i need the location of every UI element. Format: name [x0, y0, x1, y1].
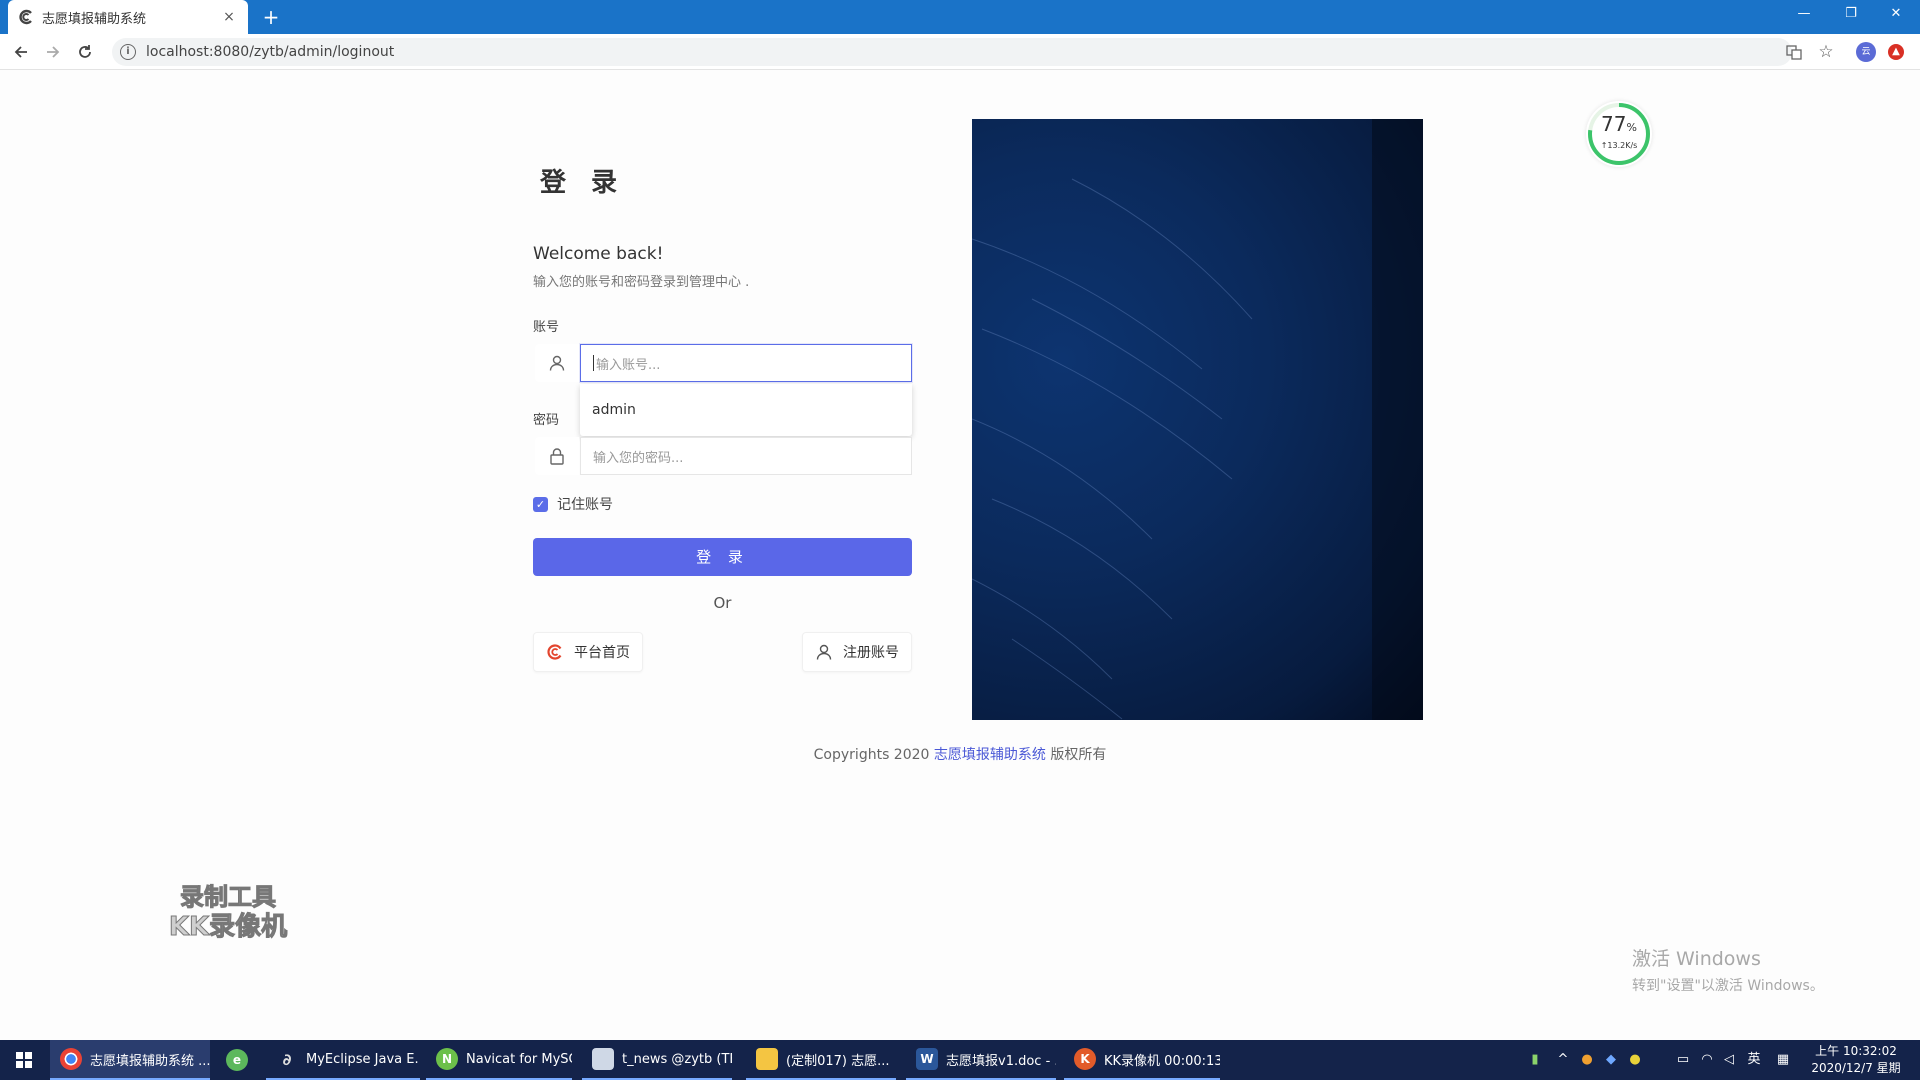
- account-label: 账号: [533, 320, 560, 335]
- site-favicon-icon: [18, 9, 34, 25]
- platform-logo-icon: [546, 643, 564, 661]
- tray-expand-icon[interactable]: ^: [1554, 1050, 1572, 1070]
- tray-shield-icon[interactable]: ◆: [1602, 1050, 1620, 1070]
- welcome-heading: Welcome back!: [533, 244, 664, 264]
- extension-icon[interactable]: 云: [1856, 42, 1876, 62]
- login-subtitle: 输入您的账号和密码登录到管理中心 .: [533, 275, 750, 290]
- table-icon: [592, 1048, 614, 1070]
- folder-icon: [756, 1048, 778, 1070]
- navicat-icon: N: [436, 1048, 458, 1070]
- browser-titlebar: 志愿填报辅助系统 × + — ❐ ✕: [0, 0, 1920, 34]
- extension-red-icon[interactable]: ▲: [1888, 44, 1904, 60]
- minimize-button[interactable]: —: [1782, 0, 1826, 30]
- platform-home-link[interactable]: 平台首页: [533, 632, 643, 672]
- password-label: 密码: [533, 413, 560, 428]
- user-add-icon: [815, 643, 833, 661]
- remember-account-checkbox[interactable]: ✓ 记住账号: [533, 494, 613, 514]
- kk-recorder-icon: K: [1074, 1048, 1096, 1070]
- chrome-icon: [60, 1048, 82, 1070]
- taskbar-item-word[interactable]: W 志愿填报v1.doc - ...: [906, 1040, 1056, 1080]
- restore-button[interactable]: ❐: [1829, 0, 1873, 30]
- password-input[interactable]: 输入您的密码...: [580, 437, 912, 475]
- taskbar-clock[interactable]: 上午 10:32:02 2020/12/7 星期一: [1806, 1043, 1906, 1080]
- wifi-icon[interactable]: ◠: [1698, 1050, 1716, 1070]
- login-button[interactable]: 登 录: [533, 538, 912, 576]
- page-title: 登 录: [540, 168, 626, 198]
- browser-toolbar: i localhost:8080/zytb/admin/loginout ☆ 云…: [0, 34, 1920, 70]
- word-icon: W: [916, 1048, 938, 1070]
- copyright-footer: Copyrights 2020 志愿填报辅助系统 版权所有: [0, 744, 1920, 764]
- platform-home-label: 平台首页: [574, 645, 630, 661]
- taskbar-item-chrome[interactable]: 志愿填报辅助系统 ...: [50, 1040, 210, 1080]
- taskbar-item-myeclipse[interactable]: ∂ MyEclipse Java E...: [266, 1040, 420, 1080]
- account-input[interactable]: 输入账号...: [580, 344, 912, 382]
- bookmark-star-icon[interactable]: ☆: [1816, 42, 1836, 62]
- close-window-button[interactable]: ✕: [1874, 0, 1918, 30]
- windows-start-icon[interactable]: [0, 1040, 48, 1080]
- copyright-suffix: 版权所有: [1050, 747, 1107, 763]
- hero-star-trail-image: [972, 119, 1423, 720]
- account-placeholder: 输入账号...: [596, 357, 661, 373]
- speed-percent: 77%: [1601, 112, 1637, 136]
- taskbar-item-folder[interactable]: (定制017) 志愿...: [746, 1040, 896, 1080]
- password-placeholder: 输入您的密码...: [593, 450, 684, 466]
- keyboard-icon[interactable]: ▦: [1774, 1050, 1792, 1070]
- tab-title: 志愿填报辅助系统: [42, 11, 147, 27]
- windows-taskbar: 志愿填报辅助系统 ... e ∂ MyEclipse Java E... N N…: [0, 1040, 1920, 1080]
- taskbar-item-app[interactable]: e: [216, 1040, 260, 1080]
- translate-icon[interactable]: [1784, 42, 1804, 62]
- register-label: 注册账号: [843, 645, 899, 661]
- tab-close-icon[interactable]: ×: [220, 9, 238, 25]
- tray-app-icon[interactable]: ●: [1578, 1050, 1596, 1070]
- taskbar-item-kk-recorder[interactable]: K KK录像机 00:00:13: [1064, 1040, 1220, 1080]
- new-tab-button[interactable]: +: [258, 4, 284, 30]
- reload-icon[interactable]: [72, 39, 98, 65]
- myeclipse-icon: ∂: [282, 1049, 292, 1069]
- speed-rate: ↑13.2K/s: [1600, 141, 1638, 150]
- or-divider: Or: [713, 594, 732, 612]
- network-speed-widget[interactable]: 77% ↑13.2K/s: [1586, 101, 1652, 167]
- kk-recorder-watermark: 录制工具 KK录像机: [168, 883, 288, 943]
- taskbar-item-navicat[interactable]: N Navicat for MySQL: [426, 1040, 572, 1080]
- site-info-icon[interactable]: i: [120, 44, 136, 60]
- back-arrow-icon[interactable]: [8, 39, 34, 65]
- taskbar-item-tnews[interactable]: t_news @zytb (TE...: [582, 1040, 732, 1080]
- copyright-brand-link[interactable]: 志愿填报辅助系统: [934, 747, 1046, 763]
- text-caret: [593, 355, 594, 371]
- battery-icon[interactable]: ▮: [1526, 1050, 1544, 1070]
- register-account-link[interactable]: 注册账号: [802, 632, 912, 672]
- lock-icon: [535, 437, 579, 475]
- browser-tab[interactable]: 志愿填报辅助系统 ×: [8, 0, 248, 34]
- copyright-prefix: Copyrights 2020: [813, 747, 930, 763]
- autocomplete-option-admin[interactable]: admin: [580, 384, 912, 436]
- tray-sun-icon[interactable]: ●: [1626, 1050, 1644, 1070]
- checkbox-checked-icon[interactable]: ✓: [533, 496, 548, 512]
- address-bar[interactable]: i localhost:8080/zytb/admin/loginout: [112, 38, 1792, 66]
- forward-arrow-icon[interactable]: [40, 39, 66, 65]
- green-app-icon: e: [226, 1049, 248, 1071]
- activate-windows-watermark: 激活 Windows 转到"设置"以激活 Windows。: [1632, 948, 1824, 994]
- user-icon: [535, 344, 579, 382]
- tray-device-icon[interactable]: ▭: [1674, 1050, 1692, 1070]
- speaker-muted-icon[interactable]: ◁: [1720, 1050, 1738, 1070]
- remember-label: 记住账号: [557, 497, 613, 513]
- url-text: localhost:8080/zytb/admin/loginout: [146, 44, 395, 60]
- ime-indicator[interactable]: 英: [1744, 1050, 1764, 1070]
